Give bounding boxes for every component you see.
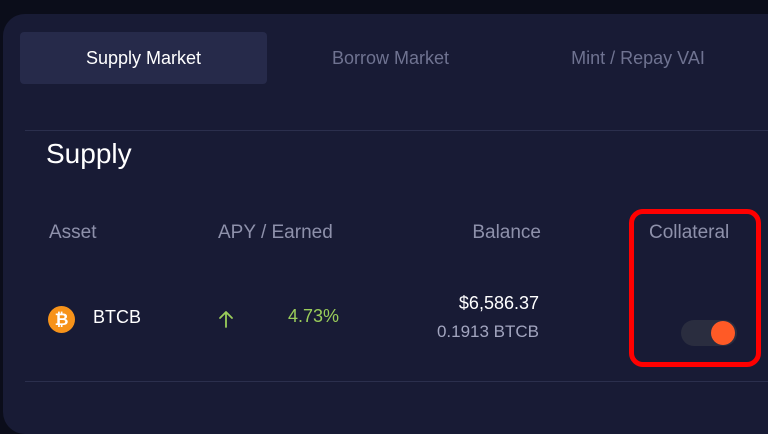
column-header-apy: APY / Earned xyxy=(218,222,333,243)
apy-value: 4.73% xyxy=(288,306,340,326)
section-title: Supply xyxy=(46,138,132,169)
asset-name: BTCB xyxy=(93,307,142,327)
column-header-asset: Asset xyxy=(49,222,97,243)
up-arrow-icon xyxy=(219,311,233,328)
column-header-balance: Balance xyxy=(472,222,541,243)
balance-usd: $6,586.37 xyxy=(458,293,539,313)
tabs-divider xyxy=(25,130,768,131)
bitcoin-icon: ₿ xyxy=(48,306,75,333)
tab-borrow-market[interactable]: Borrow Market xyxy=(268,32,513,84)
balance-token: 0.1913 BTCB xyxy=(436,322,539,341)
tab-supply-market[interactable]: Supply Market xyxy=(20,32,267,84)
row-divider xyxy=(25,381,768,382)
tab-mint-repay-vai[interactable]: Mint / Repay VAI xyxy=(514,32,762,84)
collateral-highlight-box xyxy=(629,209,761,367)
